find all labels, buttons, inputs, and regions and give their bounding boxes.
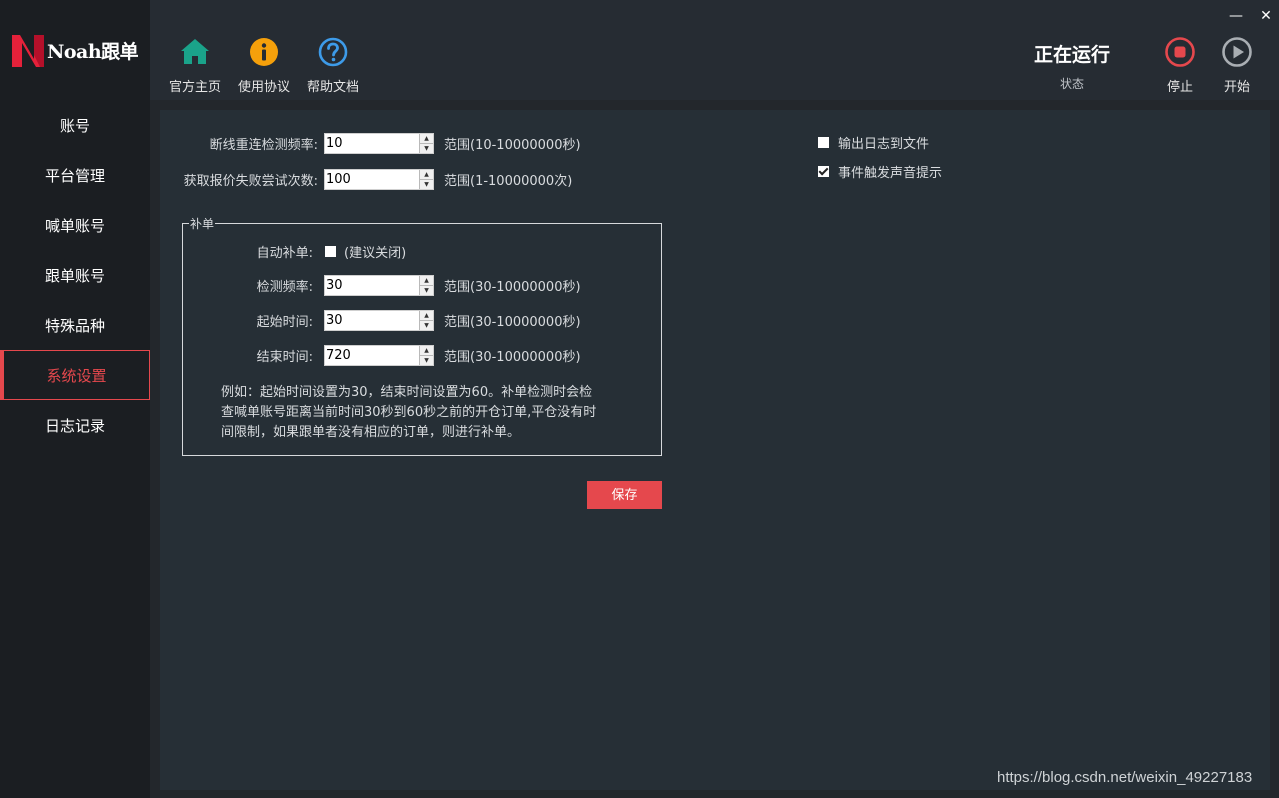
spin-up-icon[interactable]: ▲ — [420, 276, 433, 285]
info-icon — [250, 38, 278, 66]
note-line-1: 例如：起始时间设置为30，结束时间设置为60。补单检测时会检 — [221, 385, 593, 400]
settings-panel: 断线重连检测频率: ▲ ▼ 范围(10-10000000秒) 获取报价失败尝试次… — [160, 110, 1270, 790]
end-time-spinbox[interactable]: ▲ ▼ — [324, 344, 434, 366]
sound-alert-checkbox[interactable] — [818, 165, 829, 177]
auto-supplement-checkbox[interactable] — [325, 245, 336, 257]
interval-range: 范围(30-10000000秒) — [444, 279, 581, 295]
save-button[interactable]: 保存 — [587, 481, 662, 509]
retry-input[interactable] — [325, 169, 419, 189]
start-time-input[interactable] — [325, 310, 419, 330]
reconnect-spinbox[interactable]: ▲ ▼ — [324, 132, 434, 154]
reconnect-input[interactable] — [325, 133, 419, 153]
end-time-row: 结束时间: ▲ ▼ 范围(30-10000000秒) — [183, 344, 581, 366]
sidebar-item-signal-account[interactable]: 喊单账号 — [0, 200, 150, 250]
start-time-arrows: ▲ ▼ — [419, 310, 433, 330]
spin-down-icon[interactable]: ▼ — [420, 178, 433, 189]
supplement-groupbox: 补单 自动补单: (建议关闭) 检测频率: ▲ ▼ 范围(30-10000000… — [182, 215, 662, 456]
interval-row: 检测频率: ▲ ▼ 范围(30-10000000秒) — [183, 274, 581, 296]
auto-supplement-hint: (建议关闭) — [344, 245, 407, 261]
sidebar-item-platform-management[interactable]: 平台管理 — [0, 150, 150, 200]
sound-alert-label: 事件触发声音提示 — [838, 165, 943, 181]
start-label: 开始 — [1223, 80, 1250, 95]
app-logo: Noah跟单 — [10, 30, 145, 70]
stop-icon — [1165, 37, 1195, 67]
spin-down-icon[interactable]: ▼ — [420, 284, 433, 295]
logo-text: Noah跟单 — [47, 40, 139, 63]
start-time-range: 范围(30-10000000秒) — [444, 314, 581, 330]
spin-down-icon[interactable]: ▼ — [420, 354, 433, 365]
log-to-file-option[interactable]: 输出日志到文件 — [818, 132, 929, 152]
sidebar-item-special-symbols[interactable]: 特殊品种 — [0, 300, 150, 350]
sidebar-nav: 账号 平台管理 喊单账号 跟单账号 特殊品种 系统设置 日志记录 — [0, 100, 150, 450]
home-button[interactable]: 官方主页 — [160, 36, 230, 95]
note-line-2: 查喊单账号距离当前时间30秒到60秒之前的开仓订单,平仓没有时 — [221, 405, 597, 420]
auto-supplement-label: 自动补单: — [256, 245, 313, 261]
home-label: 官方主页 — [168, 80, 221, 95]
help-label: 帮助文档 — [306, 80, 359, 95]
retry-label: 获取报价失败尝试次数: — [183, 173, 318, 189]
start-button[interactable]: 开始 — [1202, 36, 1272, 95]
sound-alert-option[interactable]: 事件触发声音提示 — [818, 161, 942, 181]
reconnect-arrows: ▲ ▼ — [419, 133, 433, 153]
sidebar-item-account[interactable]: 账号 — [0, 100, 150, 150]
end-time-range: 范围(30-10000000秒) — [444, 349, 581, 365]
agreement-label: 使用协议 — [237, 80, 290, 95]
sidebar: Noah跟单 账号 平台管理 喊单账号 跟单账号 特殊品种 系统设置 日志记录 — [0, 0, 150, 798]
auto-supplement-row: 自动补单: (建议关闭) — [183, 241, 406, 261]
reconnect-label: 断线重连检测频率: — [209, 137, 318, 153]
interval-spinbox[interactable]: ▲ ▼ — [324, 274, 434, 296]
play-icon — [1222, 37, 1252, 67]
supplement-note: 例如：起始时间设置为30，结束时间设置为60。补单检测时会检 查喊单账号距离当前… — [221, 383, 601, 443]
end-time-arrows: ▲ ▼ — [419, 345, 433, 365]
retry-spinbox[interactable]: ▲ ▼ — [324, 168, 434, 190]
start-time-spinbox[interactable]: ▲ ▼ — [324, 309, 434, 331]
retry-range: 范围(1-10000000次) — [444, 173, 573, 189]
top-toolbar: 官方主页 使用协议 帮助文档 正在运行 状态 停止 开始 — ✕ — [150, 0, 1279, 100]
reconnect-range: 范围(10-10000000秒) — [444, 137, 581, 153]
help-icon — [318, 37, 348, 67]
spin-down-icon[interactable]: ▼ — [420, 142, 433, 153]
end-time-label: 结束时间: — [256, 349, 313, 365]
spin-up-icon[interactable]: ▲ — [420, 134, 433, 143]
note-line-3: 间限制，如果跟单者没有相应的订单，则进行补单。 — [221, 425, 521, 440]
interval-arrows: ▲ ▼ — [419, 275, 433, 295]
sidebar-item-system-settings[interactable]: 系统设置 — [0, 350, 150, 400]
logo-mark-icon — [12, 35, 44, 67]
end-time-input[interactable] — [325, 345, 419, 365]
supplement-title: 补单 — [189, 215, 216, 232]
interval-label: 检测频率: — [256, 279, 313, 295]
retry-arrows: ▲ ▼ — [419, 169, 433, 189]
start-time-label: 起始时间: — [256, 314, 313, 330]
log-to-file-checkbox[interactable] — [818, 136, 829, 148]
minimize-button[interactable]: — — [1226, 6, 1246, 26]
spin-up-icon[interactable]: ▲ — [420, 346, 433, 355]
start-time-row: 起始时间: ▲ ▼ 范围(30-10000000秒) — [183, 309, 581, 331]
status-label: 状态 — [1059, 77, 1084, 91]
retry-row: 获取报价失败尝试次数: ▲ ▼ 范围(1-10000000次) — [180, 168, 573, 190]
spin-up-icon[interactable]: ▲ — [420, 170, 433, 179]
close-button[interactable]: ✕ — [1256, 6, 1276, 26]
log-to-file-label: 输出日志到文件 — [838, 136, 930, 152]
interval-input[interactable] — [325, 275, 419, 295]
status-value: 正在运行 — [1033, 44, 1110, 66]
spin-up-icon[interactable]: ▲ — [420, 311, 433, 320]
sidebar-item-follow-account[interactable]: 跟单账号 — [0, 250, 150, 300]
help-button[interactable]: 帮助文档 — [298, 36, 368, 95]
spin-down-icon[interactable]: ▼ — [420, 319, 433, 330]
home-icon — [181, 39, 209, 64]
reconnect-row: 断线重连检测频率: ▲ ▼ 范围(10-10000000秒) — [180, 132, 581, 154]
watermark-text: https://blog.csdn.net/weixin_49227183 — [997, 769, 1253, 786]
agreement-button[interactable]: 使用协议 — [229, 36, 299, 95]
sidebar-item-log-records[interactable]: 日志记录 — [0, 400, 150, 450]
